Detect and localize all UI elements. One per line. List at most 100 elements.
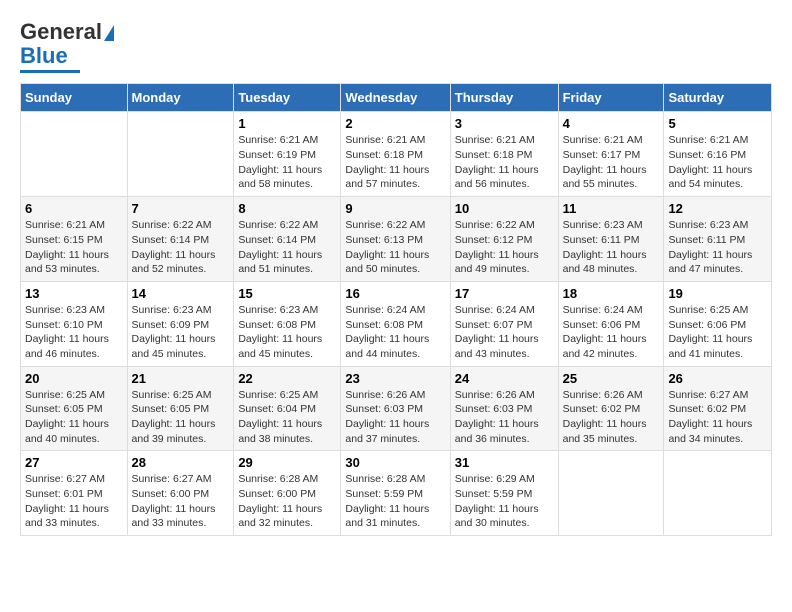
day-number: 9 [345,201,445,216]
day-info: Sunrise: 6:24 AMSunset: 6:06 PMDaylight:… [563,303,660,362]
day-info: Sunrise: 6:27 AMSunset: 6:01 PMDaylight:… [25,472,123,531]
day-number: 20 [25,371,123,386]
page-header: General Blue [20,20,772,73]
day-number: 7 [132,201,230,216]
col-friday: Friday [558,84,664,112]
calendar-cell: 3 Sunrise: 6:21 AMSunset: 6:18 PMDaylight… [450,112,558,197]
calendar-cell: 17 Sunrise: 6:24 AMSunset: 6:07 PMDayligh… [450,281,558,366]
day-number: 26 [668,371,767,386]
day-number: 10 [455,201,554,216]
day-number: 27 [25,455,123,470]
day-info: Sunrise: 6:28 AMSunset: 6:00 PMDaylight:… [238,472,336,531]
calendar-cell [21,112,128,197]
day-number: 1 [238,116,336,131]
calendar-cell: 19 Sunrise: 6:25 AMSunset: 6:06 PMDayligh… [664,281,772,366]
day-info: Sunrise: 6:25 AMSunset: 6:04 PMDaylight:… [238,388,336,447]
day-info: Sunrise: 6:23 AMSunset: 6:11 PMDaylight:… [668,218,767,277]
day-number: 3 [455,116,554,131]
header-row: Sunday Monday Tuesday Wednesday Thursday… [21,84,772,112]
day-number: 15 [238,286,336,301]
calendar-cell [127,112,234,197]
day-number: 6 [25,201,123,216]
day-info: Sunrise: 6:21 AMSunset: 6:15 PMDaylight:… [25,218,123,277]
day-info: Sunrise: 6:26 AMSunset: 6:03 PMDaylight:… [455,388,554,447]
day-number: 5 [668,116,767,131]
day-info: Sunrise: 6:24 AMSunset: 6:08 PMDaylight:… [345,303,445,362]
calendar-cell: 11Sunrise: 6:23 AMSunset: 6:11 PMDayligh… [558,197,664,282]
calendar-cell: 1Sunrise: 6:21 AMSunset: 6:19 PMDaylight… [234,112,341,197]
calendar-cell: 14Sunrise: 6:23 AMSunset: 6:09 PMDayligh… [127,281,234,366]
logo-text: General [20,20,114,44]
logo-blue: Blue [20,44,68,68]
day-number: 13 [25,286,123,301]
calendar-cell: 28Sunrise: 6:27 AMSunset: 6:00 PMDayligh… [127,451,234,536]
day-info: Sunrise: 6:21 AMSunset: 6:18 PMDaylight:… [455,133,554,192]
day-info: Sunrise: 6:22 AMSunset: 6:14 PMDaylight:… [132,218,230,277]
calendar-week-5: 27 Sunrise: 6:27 AMSunset: 6:01 PMDayligh… [21,451,772,536]
calendar-week-1: 1Sunrise: 6:21 AMSunset: 6:19 PMDaylight… [21,112,772,197]
day-number: 22 [238,371,336,386]
day-info: Sunrise: 6:23 AMSunset: 6:11 PMDaylight:… [563,218,660,277]
day-info: Sunrise: 6:22 AMSunset: 6:13 PMDaylight:… [345,218,445,277]
calendar-cell: 5 Sunrise: 6:21 AMSunset: 6:16 PMDaylight… [664,112,772,197]
calendar-cell: 30 Sunrise: 6:28 AMSunset: 5:59 PMDayligh… [341,451,450,536]
day-number: 31 [455,455,554,470]
calendar-cell: 18 Sunrise: 6:24 AMSunset: 6:06 PMDayligh… [558,281,664,366]
calendar-week-4: 20 Sunrise: 6:25 AMSunset: 6:05 PMDayligh… [21,366,772,451]
calendar-cell: 9 Sunrise: 6:22 AMSunset: 6:13 PMDaylight… [341,197,450,282]
day-info: Sunrise: 6:21 AMSunset: 6:16 PMDaylight:… [668,133,767,192]
day-number: 16 [345,286,445,301]
day-number: 14 [132,286,230,301]
calendar-cell: 27 Sunrise: 6:27 AMSunset: 6:01 PMDayligh… [21,451,128,536]
day-info: Sunrise: 6:23 AMSunset: 6:10 PMDaylight:… [25,303,123,362]
calendar-cell: 26 Sunrise: 6:27 AMSunset: 6:02 PMDayligh… [664,366,772,451]
day-number: 18 [563,286,660,301]
calendar-table: Sunday Monday Tuesday Wednesday Thursday… [20,83,772,536]
day-number: 21 [132,371,230,386]
calendar-week-3: 13 Sunrise: 6:23 AMSunset: 6:10 PMDayligh… [21,281,772,366]
day-number: 25 [563,371,660,386]
day-number: 2 [345,116,445,131]
calendar-cell: 22 Sunrise: 6:25 AMSunset: 6:04 PMDayligh… [234,366,341,451]
calendar-cell: 15Sunrise: 6:23 AMSunset: 6:08 PMDayligh… [234,281,341,366]
day-number: 19 [668,286,767,301]
day-number: 24 [455,371,554,386]
day-info: Sunrise: 6:29 AMSunset: 5:59 PMDaylight:… [455,472,554,531]
col-monday: Monday [127,84,234,112]
logo: General Blue [20,20,114,73]
day-number: 30 [345,455,445,470]
day-info: Sunrise: 6:27 AMSunset: 6:02 PMDaylight:… [668,388,767,447]
calendar-cell: 2Sunrise: 6:21 AMSunset: 6:18 PMDaylight… [341,112,450,197]
col-wednesday: Wednesday [341,84,450,112]
day-number: 23 [345,371,445,386]
day-info: Sunrise: 6:25 AMSunset: 6:05 PMDaylight:… [132,388,230,447]
day-info: Sunrise: 6:25 AMSunset: 6:06 PMDaylight:… [668,303,767,362]
day-info: Sunrise: 6:21 AMSunset: 6:17 PMDaylight:… [563,133,660,192]
day-info: Sunrise: 6:24 AMSunset: 6:07 PMDaylight:… [455,303,554,362]
col-thursday: Thursday [450,84,558,112]
calendar-cell: 10Sunrise: 6:22 AMSunset: 6:12 PMDayligh… [450,197,558,282]
calendar-cell [558,451,664,536]
calendar-cell: 20Sunrise: 6:25 AMSunset: 6:05 PMDayligh… [21,366,128,451]
col-tuesday: Tuesday [234,84,341,112]
calendar-cell: 6 Sunrise: 6:21 AMSunset: 6:15 PMDaylight… [21,197,128,282]
calendar-cell: 13 Sunrise: 6:23 AMSunset: 6:10 PMDayligh… [21,281,128,366]
calendar-cell: 31 Sunrise: 6:29 AMSunset: 5:59 PMDayligh… [450,451,558,536]
calendar-cell: 12 Sunrise: 6:23 AMSunset: 6:11 PMDayligh… [664,197,772,282]
calendar-cell: 21 Sunrise: 6:25 AMSunset: 6:05 PMDayligh… [127,366,234,451]
col-sunday: Sunday [21,84,128,112]
day-number: 17 [455,286,554,301]
calendar-cell: 8Sunrise: 6:22 AMSunset: 6:14 PMDaylight… [234,197,341,282]
calendar-cell: 16 Sunrise: 6:24 AMSunset: 6:08 PMDayligh… [341,281,450,366]
day-info: Sunrise: 6:27 AMSunset: 6:00 PMDaylight:… [132,472,230,531]
day-number: 12 [668,201,767,216]
calendar-week-2: 6 Sunrise: 6:21 AMSunset: 6:15 PMDaylight… [21,197,772,282]
day-info: Sunrise: 6:26 AMSunset: 6:03 PMDaylight:… [345,388,445,447]
calendar-cell: 7 Sunrise: 6:22 AMSunset: 6:14 PMDaylight… [127,197,234,282]
calendar-cell: 23 Sunrise: 6:26 AMSunset: 6:03 PMDayligh… [341,366,450,451]
day-info: Sunrise: 6:28 AMSunset: 5:59 PMDaylight:… [345,472,445,531]
day-number: 4 [563,116,660,131]
day-info: Sunrise: 6:22 AMSunset: 6:14 PMDaylight:… [238,218,336,277]
logo-underline [20,70,80,73]
col-saturday: Saturday [664,84,772,112]
